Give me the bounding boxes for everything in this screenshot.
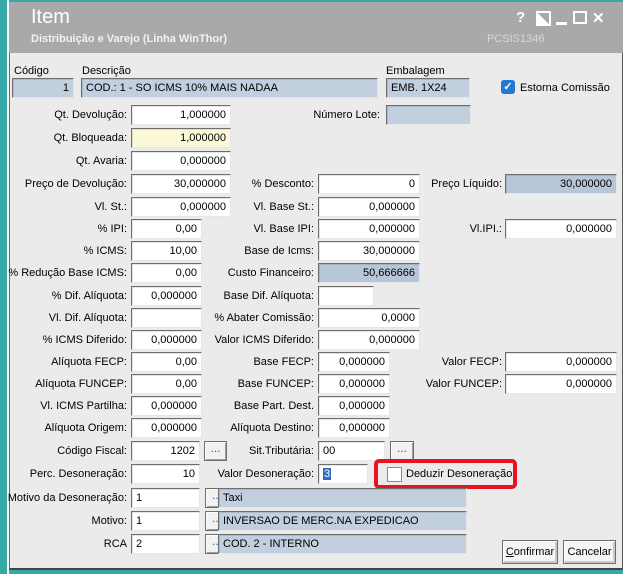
- aliquota-origem-label: Alíquota Origem:: [44, 422, 127, 434]
- qt-avaria-label: Qt. Avaria:: [75, 155, 127, 167]
- motivo-desoneracao-description: Taxi: [218, 488, 467, 508]
- valor-fecp-input[interactable]: 0,000000: [505, 352, 617, 372]
- qt-devolucao-input[interactable]: 1,000000: [131, 105, 231, 125]
- window-title: Item: [31, 6, 70, 28]
- base-dif-aliquota-input[interactable]: [318, 286, 374, 306]
- help-icon[interactable]: ?: [516, 9, 525, 26]
- custo-financeiro-label: Custo Financeiro:: [227, 267, 314, 279]
- codigo-fiscal-label: Código Fiscal:: [57, 445, 127, 457]
- aliquota-fecp-label: Alíquota FECP:: [51, 356, 127, 368]
- selected-text: 3: [323, 468, 332, 480]
- preco-liquido-field: 30,000000: [505, 174, 617, 194]
- minimize-icon[interactable]: [556, 22, 567, 25]
- rca-input[interactable]: 2: [131, 534, 200, 554]
- vl-icms-partilha-label: Vl. ICMS Partilha:: [40, 400, 127, 412]
- base-icms-label: Base de Icms:: [244, 245, 314, 257]
- base-funcep-label: Base FUNCEP:: [237, 378, 314, 390]
- close-icon[interactable]: ✕: [592, 9, 605, 27]
- sit-tributaria-input[interactable]: 00: [318, 441, 385, 461]
- valor-funcep-input[interactable]: 0,000000: [505, 374, 617, 394]
- motivo-description: INVERSAO DE MERC.NA EXPEDICAO: [218, 511, 467, 531]
- valor-icms-diferido-input[interactable]: 0,000000: [318, 330, 420, 350]
- qt-bloqueada-input[interactable]: 1,000000: [131, 128, 231, 148]
- perc-desconto-input[interactable]: 0: [318, 174, 420, 194]
- motivo-input[interactable]: 1: [131, 511, 200, 531]
- vl-ipi-label: Vl.IPI.:: [469, 223, 502, 235]
- base-fecp-input[interactable]: 0,000000: [318, 352, 390, 372]
- confirmar-button[interactable]: Confirmar: [502, 540, 558, 564]
- numero-lote-field: [386, 105, 471, 125]
- perc-reducao-base-icms-label: % Redução Base ICMS:: [8, 267, 127, 279]
- rca-label: RCA: [103, 538, 127, 550]
- vl-base-st-input[interactable]: 0,000000: [318, 197, 420, 217]
- valor-funcep-label: Valor FUNCEP:: [425, 378, 502, 390]
- vl-st-label: Vl. St.:: [94, 201, 127, 213]
- qt-devolucao-label: Qt. Devolução:: [54, 109, 127, 121]
- valor-desoneracao-label: Valor Desoneração:: [217, 468, 314, 480]
- vl-base-ipi-input[interactable]: 0,000000: [318, 219, 420, 239]
- perc-dif-aliquota-label: % Dif. Alíquota:: [51, 290, 127, 302]
- aliquota-destino-input[interactable]: 0,000000: [318, 418, 390, 438]
- maximize-icon[interactable]: [573, 11, 587, 24]
- titlebar: [9, 2, 623, 53]
- numero-lote-label: Número Lote:: [313, 109, 380, 121]
- system-code: PCSIS1346: [487, 33, 545, 45]
- preco-devolucao-label: Preço de Devolução:: [24, 178, 127, 190]
- qt-avaria-input[interactable]: 0,000000: [131, 151, 231, 171]
- descricao-field: COD.: 1 - SO ICMS 10% MAIS NADAA: [81, 78, 378, 98]
- sit-tributaria-browse-button[interactable]: ...: [390, 441, 414, 461]
- motivo-label: Motivo:: [91, 515, 127, 527]
- base-part-dest-input[interactable]: 0,000000: [318, 396, 390, 416]
- base-funcep-input[interactable]: 0,000000: [318, 374, 390, 394]
- vl-ipi-input[interactable]: 0,000000: [505, 219, 617, 239]
- cancelar-button[interactable]: Cancelar: [563, 540, 616, 564]
- motivo-desoneracao-input[interactable]: 1: [131, 488, 200, 508]
- perc-ipi-label: % IPI:: [97, 223, 127, 235]
- vl-base-ipi-label: Vl. Base IPI:: [253, 223, 314, 235]
- window-subtitle: Distribuição e Varejo (Linha WinThor): [31, 33, 228, 45]
- base-dif-aliquota-label: Base Dif. Alíquota:: [223, 290, 315, 302]
- estorna-comissao-checkbox[interactable]: ✓: [501, 80, 515, 94]
- rca-description: COD. 2 - INTERNO: [218, 534, 467, 554]
- valor-icms-diferido-label: Valor ICMS Diferido:: [214, 334, 314, 346]
- aliquota-funcep-label: Alíquota FUNCEP:: [35, 378, 127, 390]
- deduzir-desoneracao-label: Deduzir Desoneração: [406, 468, 513, 480]
- perc-abater-comissao-input[interactable]: 0,0000: [318, 308, 420, 328]
- estorna-comissao-label: Estorna Comissão: [520, 82, 610, 94]
- deduzir-desoneracao-checkbox[interactable]: [387, 467, 402, 482]
- perc-abater-comissao-label: % Abater Comissão:: [214, 312, 314, 324]
- base-fecp-label: Base FECP:: [253, 356, 314, 368]
- perc-icms-label: % ICMS:: [83, 245, 127, 257]
- valor-desoneracao-input[interactable]: 3: [318, 464, 368, 484]
- motivo-desoneracao-label: Motivo da Desoneração:: [7, 492, 127, 504]
- custo-financeiro-field: 50,666666: [318, 263, 420, 283]
- embalagem-field: EMB. 1X24: [386, 78, 470, 98]
- vl-dif-aliquota-label: Vl. Dif. Alíquota:: [48, 312, 127, 324]
- preco-liquido-label: Preço Líquido:: [431, 178, 502, 190]
- perc-desoneracao-label: Perc. Desoneração:: [29, 468, 127, 480]
- qt-bloqueada-label: Qt. Bloqueada:: [53, 132, 127, 144]
- base-icms-input[interactable]: 30,000000: [318, 241, 420, 261]
- base-part-dest-label: Base Part. Dest.: [233, 400, 314, 412]
- codigo-field: 1: [12, 78, 74, 98]
- restore-icon[interactable]: [536, 11, 551, 26]
- perc-desconto-label: % Desconto:: [251, 178, 314, 190]
- valor-fecp-label: Valor FECP:: [441, 356, 502, 368]
- aliquota-destino-label: Alíquota Destino:: [230, 422, 314, 434]
- sit-tributaria-label: Sit.Tributária:: [248, 445, 314, 457]
- vl-base-st-label: Vl. Base St.:: [253, 201, 314, 213]
- perc-icms-diferido-label: % ICMS Diferido:: [42, 334, 127, 346]
